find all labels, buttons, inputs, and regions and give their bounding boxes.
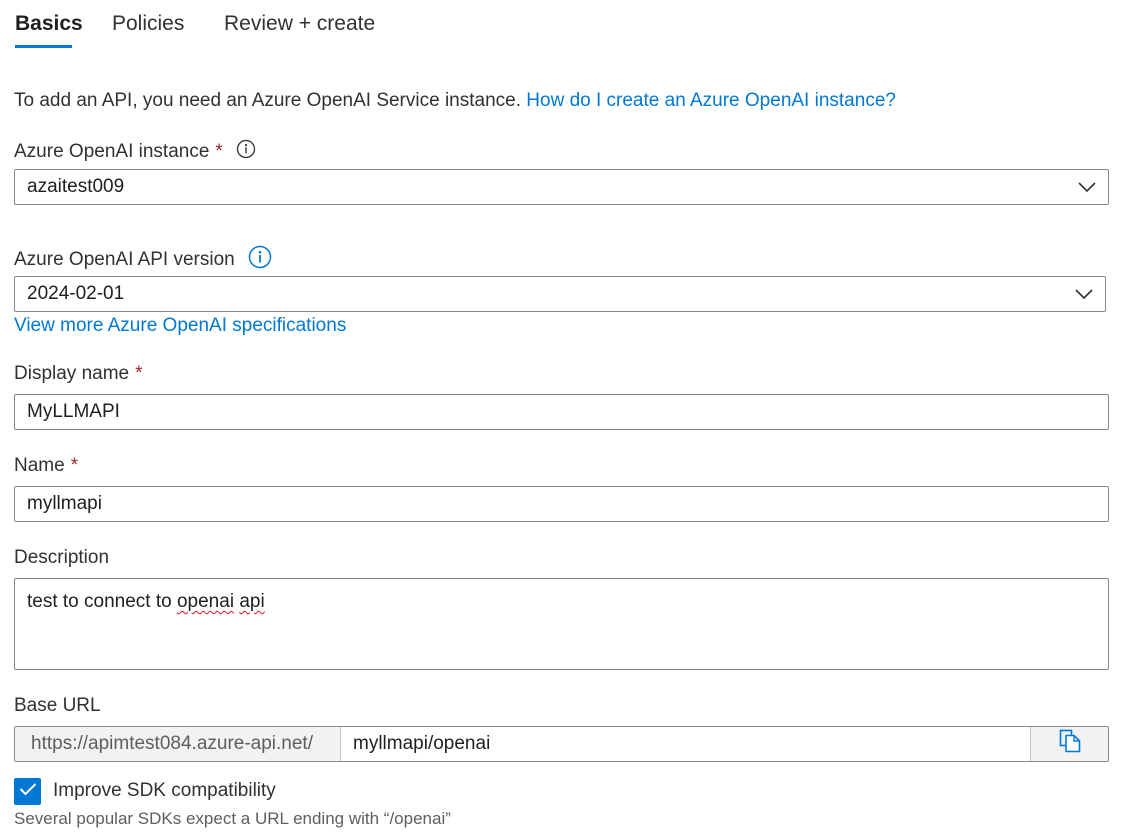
name-input[interactable]: myllmapi (14, 486, 1109, 522)
base-url-suffix-input[interactable]: myllmapi/openai (341, 727, 1030, 761)
info-icon[interactable] (236, 139, 256, 165)
copy-button[interactable] (1030, 727, 1108, 761)
api-version-select[interactable]: 2024-02-01 (14, 276, 1106, 312)
spellcheck-word: openai (176, 591, 235, 612)
description-value: test to connect to openai api (27, 591, 265, 612)
sdk-compatibility-checkbox[interactable] (14, 778, 41, 805)
required-asterisk: * (70, 455, 79, 476)
info-icon[interactable] (248, 245, 272, 275)
tab-review-create[interactable]: Review + create (224, 12, 375, 36)
name-label: Name * (14, 455, 78, 477)
checkmark-icon (19, 782, 37, 801)
instance-label: Azure OpenAI instance * (14, 139, 256, 165)
tab-policies[interactable]: Policies (112, 12, 184, 36)
name-label-text: Name (14, 455, 65, 476)
base-url-prefix: https://apimtest084.azure-api.net/ (15, 727, 341, 761)
chevron-down-icon (1075, 289, 1093, 299)
display-name-input[interactable]: MyLLMAPI (14, 394, 1109, 430)
description-value-prefix: test to connect to (27, 591, 177, 612)
api-version-label-text: Azure OpenAI API version (14, 249, 235, 271)
api-version-label: Azure OpenAI API version (14, 245, 272, 275)
instance-label-text: Azure OpenAI instance (14, 141, 210, 163)
copy-icon (1059, 729, 1081, 759)
chevron-down-icon (1078, 182, 1096, 192)
intro-text: To add an API, you need an Azure OpenAI … (14, 90, 896, 112)
tab-basics[interactable]: Basics (15, 12, 83, 36)
base-url-field: https://apimtest084.azure-api.net/ myllm… (14, 726, 1109, 762)
display-name-value: MyLLMAPI (27, 401, 120, 422)
description-textarea[interactable]: test to connect to openai api (14, 578, 1109, 670)
view-specifications-link[interactable]: View more Azure OpenAI specifications (14, 315, 346, 337)
display-name-label: Display name * (14, 363, 143, 385)
active-tab-indicator (15, 45, 72, 48)
required-asterisk: * (215, 141, 223, 163)
base-url-label: Base URL (14, 695, 101, 716)
sdk-compatibility-label[interactable]: Improve SDK compatibility (53, 780, 276, 802)
spellcheck-word: api (239, 591, 265, 612)
api-version-select-value: 2024-02-01 (27, 283, 125, 304)
name-value: myllmapi (27, 493, 102, 514)
create-instance-help-link[interactable]: How do I create an Azure OpenAI instance… (526, 90, 896, 111)
instance-select[interactable]: azaitest009 (14, 169, 1109, 205)
description-label: Description (14, 547, 110, 568)
required-asterisk: * (135, 363, 143, 384)
instance-select-value: azaitest009 (27, 176, 125, 197)
display-name-label-text: Display name (14, 363, 130, 384)
sdk-compatibility-hint: Several popular SDKs expect a URL ending… (14, 809, 451, 828)
intro-statement: To add an API, you need an Azure OpenAI … (14, 90, 521, 111)
